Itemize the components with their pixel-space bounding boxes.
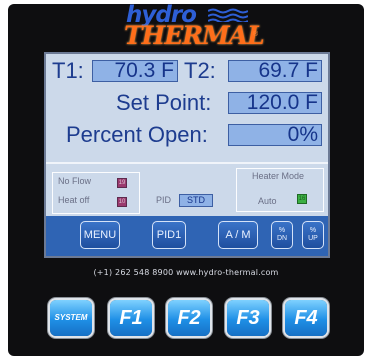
pid-mode-value[interactable]: STD bbox=[179, 194, 213, 207]
registered-mark: ® bbox=[253, 31, 259, 38]
pid1-button[interactable]: PID1 bbox=[152, 221, 186, 249]
touch-screen: T1: 70.3 F T2: 69.7 F Set Point: 120.0 F… bbox=[44, 52, 330, 258]
percent-up-label: UP bbox=[308, 235, 318, 242]
percent-down-button[interactable]: % DN bbox=[271, 221, 293, 249]
pid-label: PID bbox=[156, 195, 172, 205]
percent-down-symbol: % bbox=[278, 227, 286, 234]
setpoint-value[interactable]: 120.0 F bbox=[228, 92, 322, 114]
heater-mode-label: Heater Mode bbox=[252, 171, 305, 181]
brand-logo: hydro THERMAL ® bbox=[122, 4, 265, 50]
t1-value: 70.3 F bbox=[92, 60, 178, 82]
percent-open-value: 0% bbox=[228, 124, 322, 146]
heat-off-label: Heat off bbox=[58, 195, 90, 205]
f4-key[interactable]: F4 bbox=[285, 300, 327, 336]
setpoint-label: Set Point: bbox=[116, 90, 212, 115]
contact-info: (+1) 262 548 8900 www.hydro-thermal.com bbox=[93, 268, 279, 277]
no-flow-label: No Flow bbox=[58, 176, 92, 186]
heater-mode-indicator[interactable]: 16 bbox=[297, 194, 307, 204]
percent-up-button[interactable]: % UP bbox=[302, 221, 324, 249]
system-key[interactable]: SYSTEM bbox=[50, 300, 92, 336]
percent-open-label: Percent Open: bbox=[66, 122, 208, 147]
percent-down-label: DN bbox=[276, 235, 288, 242]
no-flow-indicator: 19 bbox=[117, 178, 127, 188]
menu-button[interactable]: MENU bbox=[80, 221, 120, 249]
divider bbox=[46, 162, 328, 164]
waves-icon bbox=[208, 8, 248, 22]
heat-off-indicator: 10 bbox=[117, 197, 127, 207]
f3-key[interactable]: F3 bbox=[227, 300, 269, 336]
t2-label: T2: bbox=[184, 58, 216, 83]
percent-up-symbol: % bbox=[309, 227, 317, 234]
t1-label: T1: bbox=[52, 58, 84, 83]
f1-key[interactable]: F1 bbox=[110, 300, 152, 336]
heater-mode-value: Auto bbox=[258, 196, 277, 206]
t2-value: 69.7 F bbox=[228, 60, 322, 82]
controller-panel: hydro THERMAL ® T1: 70.3 F T2: 69.7 F Se… bbox=[8, 4, 364, 356]
brand-line2: THERMAL bbox=[124, 21, 265, 50]
auto-manual-button[interactable]: A / M bbox=[218, 221, 258, 249]
screen-button-bar: MENU PID1 A / M % DN % UP bbox=[46, 216, 328, 256]
f2-key[interactable]: F2 bbox=[168, 300, 210, 336]
